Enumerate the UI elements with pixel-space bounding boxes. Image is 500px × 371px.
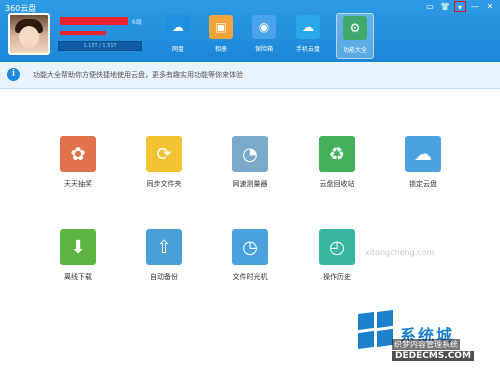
cloud-icon: ☁ xyxy=(166,15,190,39)
tile-lock-cloud[interactable]: ☁ 锁定云盘 xyxy=(395,136,451,192)
tile-label: 同步文件夹 xyxy=(146,180,182,188)
info-text: 功能大全帮助你方便快捷地使用云盘，更多有趣实用功能等你来体验 xyxy=(33,71,243,79)
nav-item-album[interactable]: ▣ 相册 xyxy=(203,13,239,57)
nav-item-toolbox[interactable]: ⚙ 功能大全 xyxy=(336,13,374,59)
lock-cloud-icon: ☁ xyxy=(405,136,441,172)
tile-label: 天天抽奖 xyxy=(64,180,92,188)
tile-label: 云盘回收站 xyxy=(319,180,355,188)
nav-label: 手机云盘 xyxy=(295,46,320,53)
avatar[interactable] xyxy=(8,13,50,55)
storage-bar: 1.15T / 1.51T xyxy=(58,41,142,51)
toolbox-icon: ⚙ xyxy=(343,16,367,40)
nav-item-safe[interactable]: ◉ 保险箱 xyxy=(246,13,282,57)
tile-label: 锁定云盘 xyxy=(409,180,437,188)
close-icon[interactable]: ✕ xyxy=(484,1,496,12)
skin-icon[interactable]: 👕 xyxy=(439,1,451,12)
nav-item-wangpan[interactable]: ☁ 网盘 xyxy=(160,13,196,57)
nav-label: 保险箱 xyxy=(254,46,273,53)
nav-label: 功能大全 xyxy=(342,47,367,54)
info-icon: i xyxy=(7,68,20,81)
top-header: 360云盘 6级 1.15T / 1.51T ☁ 网盘 ▣ 相册 ◉ 保险箱 ☁… xyxy=(0,0,500,62)
user-level: 6级 xyxy=(132,19,142,26)
tile-time-machine[interactable]: ◷ 文件时光机 xyxy=(222,229,278,285)
info-bar: i 功能大全帮助你方便快捷地使用云盘，更多有趣实用功能等你来体验 xyxy=(0,62,500,89)
download-icon: ⬇ xyxy=(60,229,96,265)
photo-icon: ▣ xyxy=(209,15,233,39)
tile-label: 文件时光机 xyxy=(232,273,268,281)
tile-auto-backup[interactable]: ⇧ 自动备份 xyxy=(136,229,192,285)
nav-label: 网盘 xyxy=(171,46,184,53)
time-machine-icon: ◷ xyxy=(232,229,268,265)
storage-text: 1.15T / 1.51T xyxy=(83,43,117,49)
tile-history[interactable]: ◴ 操作历史 xyxy=(309,229,365,285)
phone-cloud-icon: ☁ xyxy=(296,15,320,39)
avatar-face xyxy=(19,26,39,48)
nav-label: 相册 xyxy=(214,46,227,53)
tile-lottery[interactable]: ✿ 天天抽奖 xyxy=(50,136,106,192)
gift-icon: ✿ xyxy=(60,136,96,172)
tile-sync-folder[interactable]: ⟳ 同步文件夹 xyxy=(136,136,192,192)
history-icon: ◴ xyxy=(319,229,355,265)
window-controls: ▭ 👕 ▾ — ✕ xyxy=(424,1,496,13)
username-redacted[interactable] xyxy=(60,17,128,25)
safe-icon: ◉ xyxy=(252,15,276,39)
windows-logo-icon xyxy=(358,309,394,350)
recycle-icon: ♻ xyxy=(319,136,355,172)
nav-item-phone-cloud[interactable]: ☁ 手机云盘 xyxy=(290,13,326,57)
watermark-domain: DEDECMS.COM xyxy=(392,351,474,361)
tile-offline-download[interactable]: ⬇ 离线下载 xyxy=(50,229,106,285)
backup-icon: ⇧ xyxy=(146,229,182,265)
user-info-redacted xyxy=(60,31,106,35)
tile-speed-test[interactable]: ◔ 网速测量器 xyxy=(222,136,278,192)
tile-label: 网速测量器 xyxy=(232,180,268,188)
tile-label: 自动备份 xyxy=(150,273,178,281)
tile-label: 操作历史 xyxy=(323,273,351,281)
menu-dropdown-icon[interactable]: ▾ xyxy=(454,1,466,12)
tile-label: 离线下载 xyxy=(64,273,92,281)
watermark-faint: xitongcheng.com xyxy=(365,248,435,257)
watermark-overlay: 织梦内容管理系统 xyxy=(392,339,460,350)
speedometer-icon: ◔ xyxy=(232,136,268,172)
mini-mode-icon[interactable]: ▭ xyxy=(424,1,436,12)
tile-recycle-bin[interactable]: ♻ 云盘回收站 xyxy=(309,136,365,192)
minimize-icon[interactable]: — xyxy=(469,1,481,12)
sync-folder-icon: ⟳ xyxy=(146,136,182,172)
